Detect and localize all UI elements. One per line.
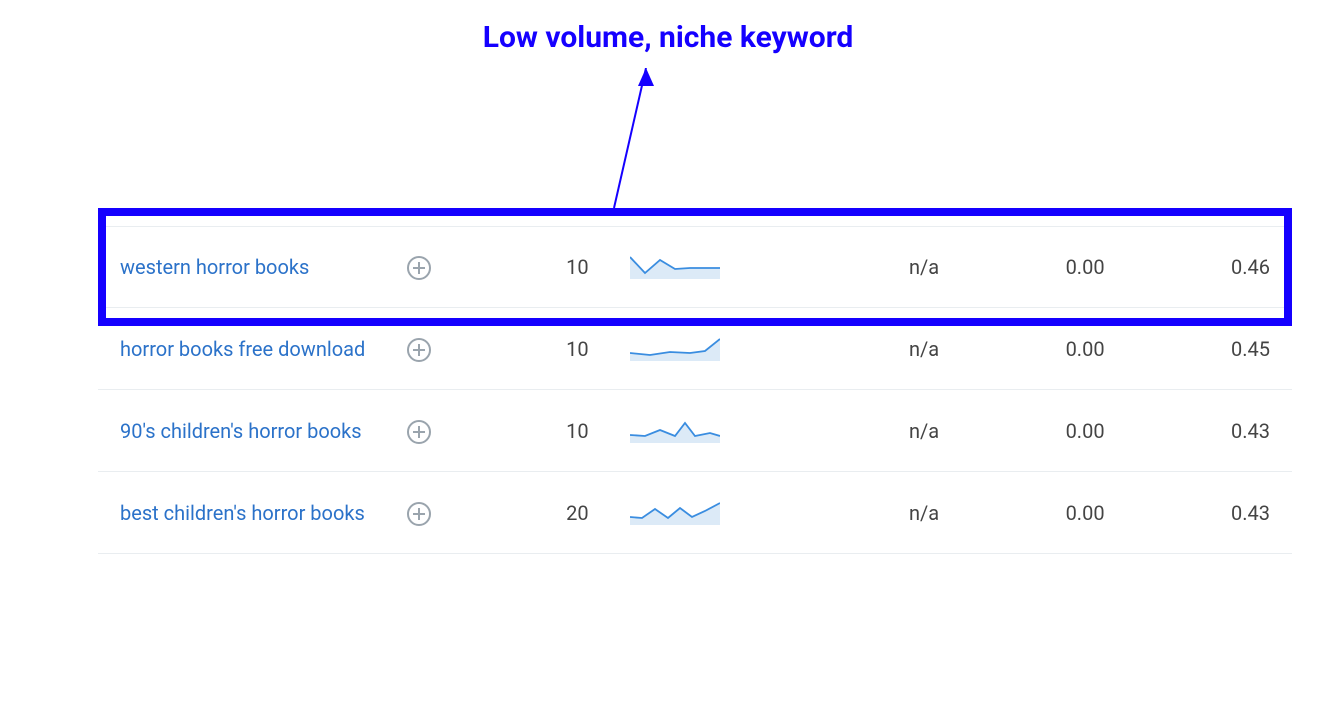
competition-value: 0.46 (1113, 255, 1270, 279)
add-keyword-button[interactable] (404, 499, 434, 529)
trend-value: n/a (762, 337, 939, 361)
trend-value: n/a (762, 501, 939, 525)
keyword-link[interactable]: 90's children's horror books (120, 417, 396, 445)
cpc-value: 0.00 (947, 501, 1104, 525)
sparkline-chart (630, 501, 720, 525)
volume-value: 10 (461, 419, 589, 443)
cpc-value: 0.00 (947, 419, 1104, 443)
competition-value: 0.43 (1113, 501, 1270, 525)
table-row: western horror books 10 n/a 0.00 0.46 (98, 226, 1292, 308)
annotation-title: Low volume, niche keyword (483, 20, 854, 55)
plus-circle-icon (406, 501, 432, 527)
table-row: 90's children's horror books 10 n/a 0.00 0.4… (98, 390, 1292, 472)
sparkline-chart (630, 419, 720, 443)
keyword-link[interactable]: horror books free download (120, 335, 396, 363)
volume-value: 20 (461, 501, 589, 525)
table-row: horror books free download 10 n/a 0.00 0.45 (98, 308, 1292, 390)
add-button-cell (404, 333, 453, 365)
trend-value: n/a (762, 419, 939, 443)
keyword-link[interactable]: western horror books (120, 253, 396, 281)
sparkline-cell (597, 255, 754, 279)
keyword-table: western horror books 10 n/a 0.00 0.46 horror … (98, 226, 1292, 554)
plus-circle-icon (406, 337, 432, 363)
sparkline-cell (597, 337, 754, 361)
add-keyword-button[interactable] (404, 253, 434, 283)
annotation-arrow (610, 68, 730, 218)
volume-value: 10 (461, 337, 589, 361)
plus-circle-icon (406, 419, 432, 445)
trend-value: n/a (762, 255, 939, 279)
sparkline-cell (597, 501, 754, 525)
sparkline-chart (630, 337, 720, 361)
cpc-value: 0.00 (947, 255, 1104, 279)
competition-value: 0.45 (1113, 337, 1270, 361)
competition-value: 0.43 (1113, 419, 1270, 443)
add-keyword-button[interactable] (404, 335, 434, 365)
sparkline-chart (630, 255, 720, 279)
add-button-cell (404, 497, 453, 529)
cpc-value: 0.00 (947, 337, 1104, 361)
add-button-cell (404, 415, 453, 447)
add-button-cell (404, 251, 453, 283)
volume-value: 10 (461, 255, 589, 279)
plus-circle-icon (406, 255, 432, 281)
table-row: best children's horror books 20 n/a 0.00 0.4… (98, 472, 1292, 554)
add-keyword-button[interactable] (404, 417, 434, 447)
sparkline-cell (597, 419, 754, 443)
keyword-link[interactable]: best children's horror books (120, 499, 396, 527)
